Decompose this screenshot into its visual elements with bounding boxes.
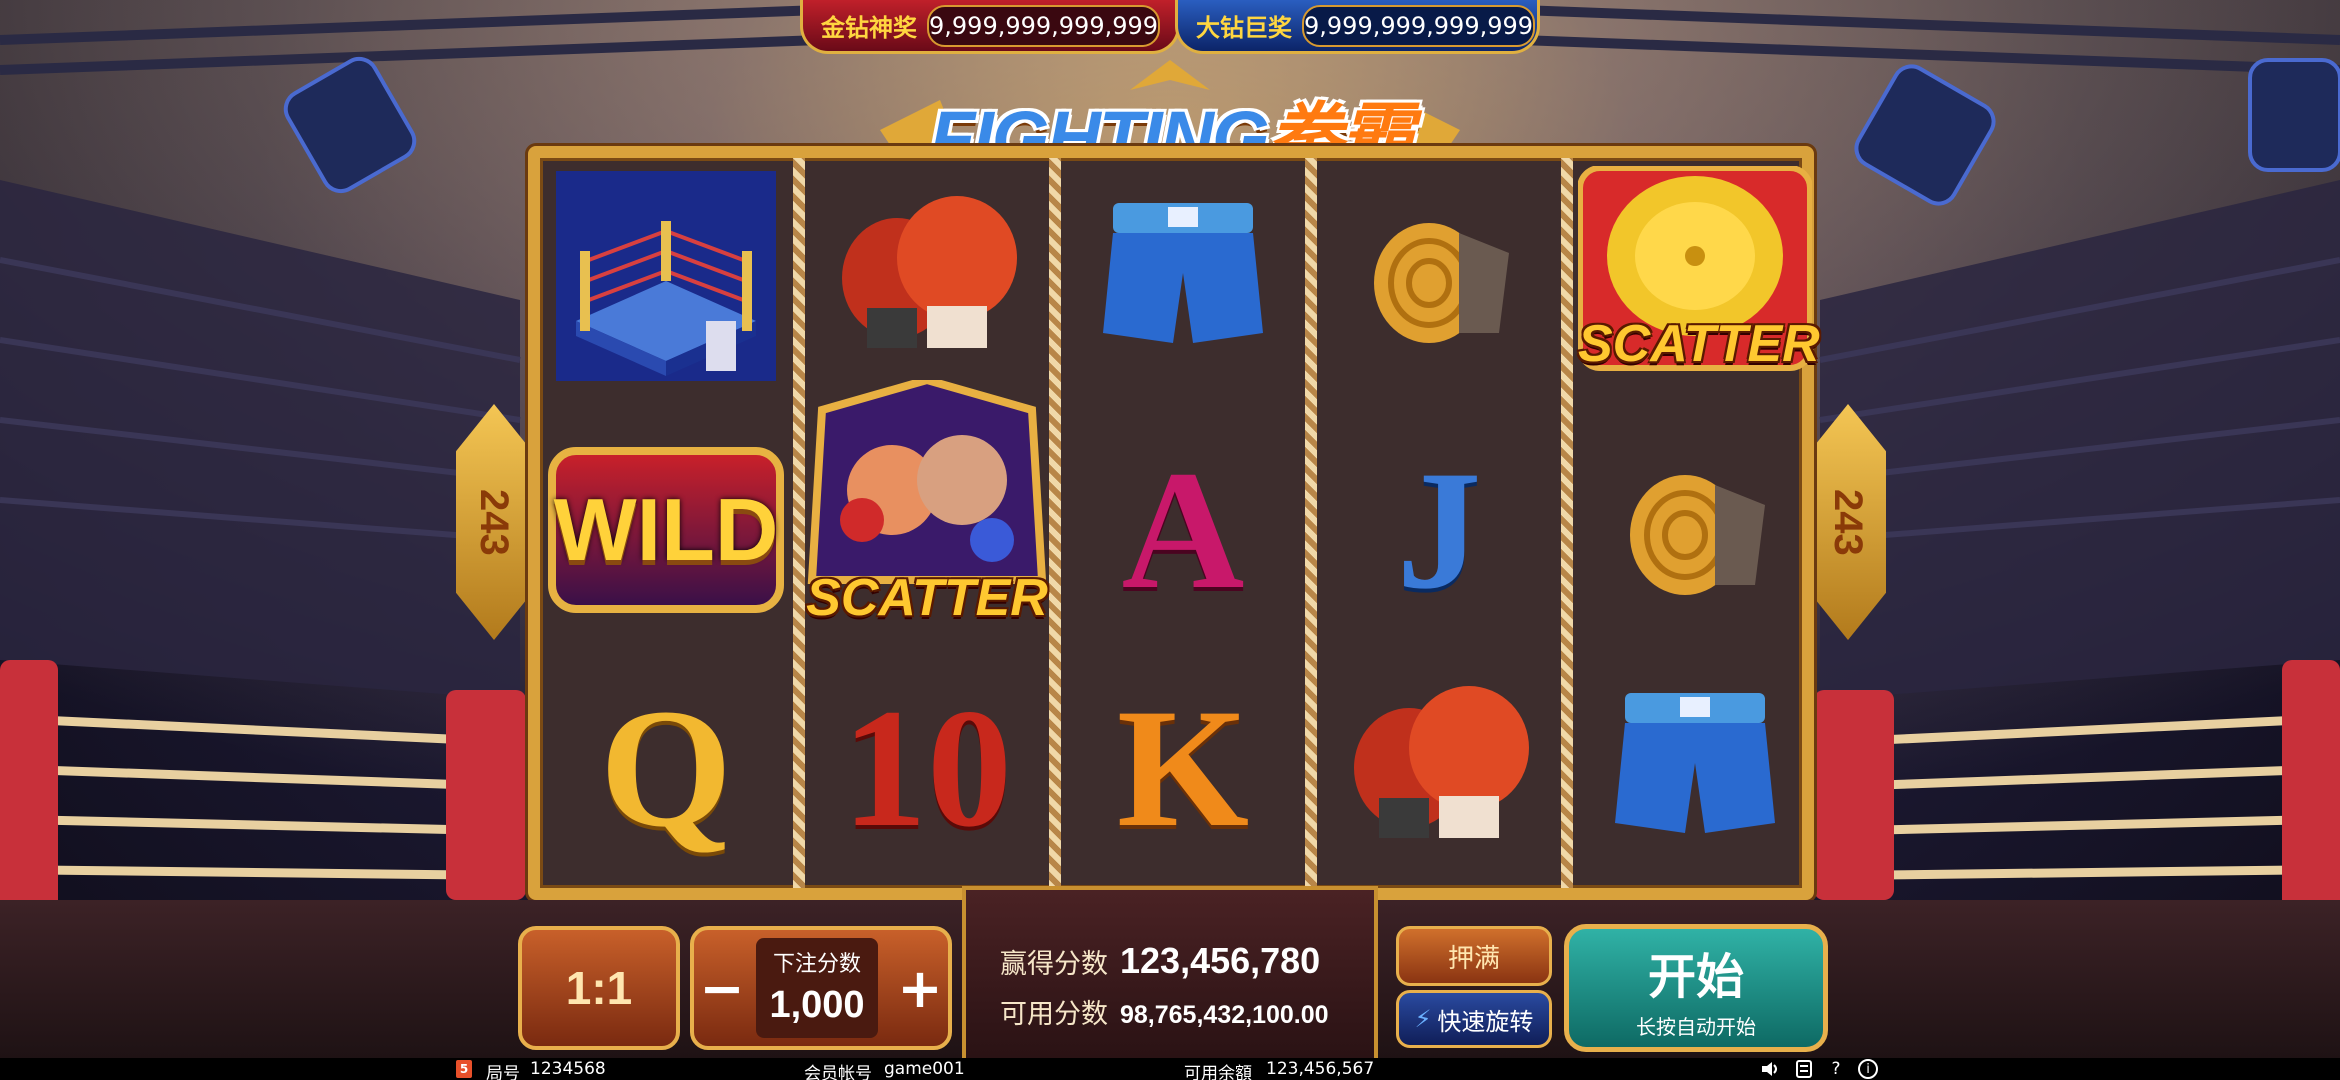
available-row: 可用分数 98,765,432,100.00 — [1000, 992, 1329, 1031]
help-icon[interactable]: ? — [1826, 1059, 1846, 1079]
jackpot-gold-diamond: 金钻神奖 9,999,999,999,999 — [800, 0, 1180, 54]
start-spin-button[interactable]: 开始 长按自动开始 — [1564, 924, 1828, 1052]
win-value: 123,456,780 — [1120, 940, 1321, 981]
score-panel: 赢得分数 123,456,780 可用分数 98,765,432,100.00 — [962, 886, 1378, 1058]
ways-count-left: 243 — [472, 488, 516, 556]
reel-5: SCATTER — [1570, 158, 1820, 888]
html5-icon: 5 — [456, 1060, 472, 1078]
bet-value: 1,000 — [769, 984, 865, 1026]
jackpot-diamond-value: 9,999,999,999,999 — [1302, 4, 1536, 47]
letter-a-symbol: A — [1068, 420, 1298, 640]
start-label: 开始 — [1647, 948, 1744, 1005]
reel-frame: WILD Q SCATTER 10 A K J SCATTER — [528, 146, 1820, 900]
fast-spin-button[interactable]: ⚡ 快速旋转 — [1396, 990, 1552, 1048]
info-icon[interactable]: i — [1858, 1059, 1878, 1079]
round-value: 1234568 — [530, 1059, 606, 1079]
bet-increase-button[interactable]: + — [892, 930, 948, 1046]
boxing-gloves-icon — [1324, 658, 1554, 878]
boxing-gloves-icon — [812, 168, 1042, 388]
boxing-shorts-icon — [1580, 658, 1810, 878]
scatter-fighters-symbol: SCATTER — [802, 380, 1052, 642]
letter-j-symbol: J — [1324, 420, 1554, 640]
history-icon[interactable] — [1794, 1059, 1814, 1079]
bet-selector: − 下注分数 1,000 + — [690, 926, 952, 1050]
bet-decrease-button[interactable]: − — [694, 930, 750, 1046]
scatter-text-reel5: SCATTER — [1578, 315, 1820, 373]
wild-symbol: WILD — [548, 420, 784, 640]
jackpot-big-diamond: 大钻巨奖 9,999,999,999,999 — [1175, 0, 1540, 54]
scatter-bell-symbol: SCATTER — [1578, 166, 1820, 388]
jackpot-gold-label: 金钻神奖 — [821, 14, 917, 42]
boxing-ring-icon — [551, 166, 781, 386]
game-stage: 金钻神奖 9,999,999,999,999 大钻巨奖 9,999,999,99… — [0, 0, 2340, 1080]
jackpot-diamond-label: 大钻巨奖 — [1196, 14, 1292, 42]
jackpot-gold-value: 9,999,999,999,999 — [927, 4, 1161, 47]
fast-spin-label: 快速旋转 — [1437, 1007, 1534, 1036]
number-10-symbol: 10 — [812, 658, 1042, 878]
reel-4: J — [1314, 158, 1564, 888]
reel-2: SCATTER 10 — [802, 158, 1052, 888]
balance-label: 可用余額 — [1184, 1064, 1252, 1080]
letter-k-symbol: K — [1068, 658, 1298, 878]
ratio-button[interactable]: 1:1 — [518, 926, 680, 1050]
account-value: game001 — [884, 1059, 965, 1079]
max-bet-button[interactable]: 押满 — [1396, 926, 1552, 986]
letter-j: J — [1396, 436, 1482, 624]
balance-value: 123,456,567 — [1266, 1059, 1375, 1079]
scatter-text-reel2: SCATTER — [806, 569, 1048, 627]
letter-q: Q — [599, 674, 733, 862]
number-10: 10 — [842, 674, 1012, 862]
hand-wrap-icon — [1324, 168, 1554, 388]
reel-1: WILD Q — [546, 158, 796, 888]
round-label: 局号 — [486, 1064, 520, 1080]
letter-a: A — [1121, 436, 1245, 624]
available-value: 98,765,432,100.00 — [1120, 1001, 1329, 1029]
available-label: 可用分数 — [1000, 999, 1108, 1030]
win-label: 赢得分数 — [1000, 949, 1108, 980]
boxing-shorts-icon — [1068, 168, 1298, 388]
wild-text: WILD — [553, 480, 779, 579]
win-row: 赢得分数 123,456,780 — [1000, 940, 1320, 982]
letter-k: K — [1116, 674, 1250, 862]
sound-icon[interactable] — [1760, 1059, 1780, 1079]
bet-label: 下注分数 — [772, 952, 861, 977]
lightning-icon: ⚡ — [1414, 1005, 1432, 1033]
account-label: 会员帐号 — [804, 1064, 872, 1080]
ways-tag-right: 243 — [1810, 404, 1886, 640]
ways-tag-left: 243 — [456, 404, 532, 640]
status-bar: 5 局号 1234568 会员帐号 game001 可用余額 123,456,5… — [0, 1058, 2340, 1080]
start-sub-label: 长按自动开始 — [1636, 1014, 1756, 1039]
bet-display: 下注分数 1,000 — [756, 938, 878, 1038]
reel-3: A K — [1058, 158, 1308, 888]
hand-wrap-icon — [1580, 420, 1810, 640]
letter-q-symbol: Q — [551, 658, 781, 878]
ways-count-right: 243 — [1826, 488, 1870, 556]
